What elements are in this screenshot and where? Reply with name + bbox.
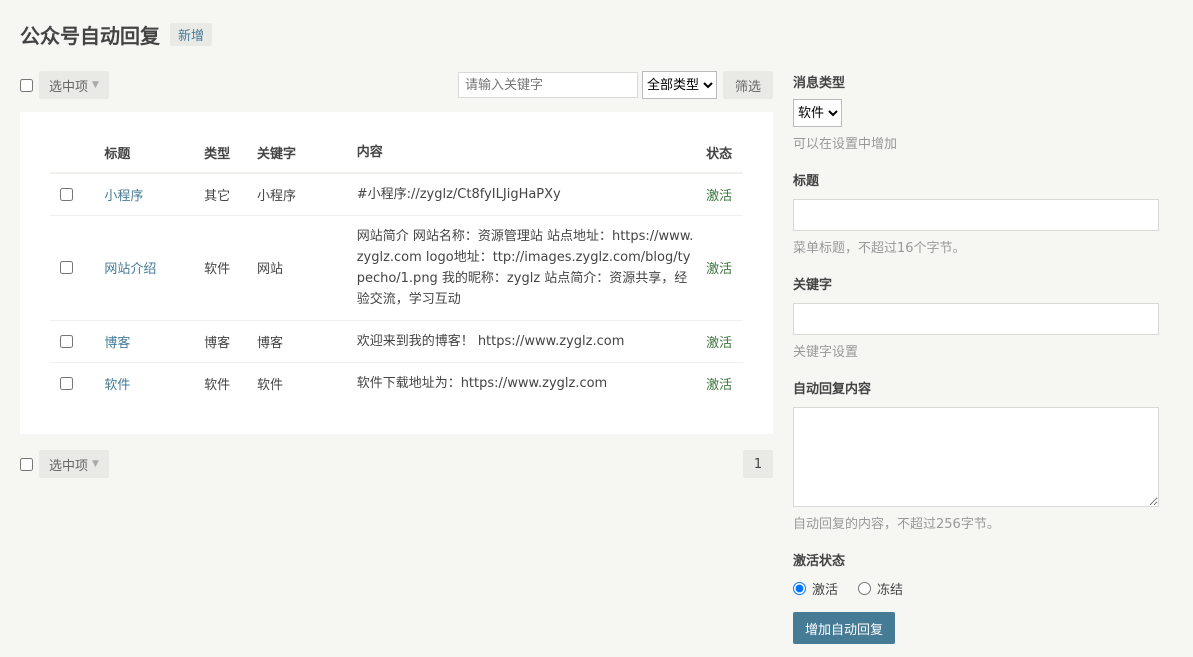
table-row: 小程序 其它 小程序 #小程序://zyglz/Ct8fyILJigHaPXy … [50, 173, 743, 216]
row-content: 软件下载地址为：https://www.zyglz.com [356, 375, 608, 391]
table-header-row: 标题 类型 关键字 内容 状态 [50, 132, 743, 174]
row-status: 激活 [706, 262, 733, 277]
select-all-checkbox-bottom[interactable] [20, 457, 33, 471]
msg-type-hint: 可以在设置中增加 [793, 137, 898, 152]
page-header: 公众号自动回复 新增 [20, 20, 213, 49]
row-type: 软件 [204, 377, 231, 393]
col-header-type: 类型 [204, 132, 258, 174]
row-status: 激活 [706, 377, 733, 393]
keyword-input[interactable] [793, 303, 1159, 335]
list-toolbar: 选中项 ▼ 全部类型 筛选 [20, 70, 773, 100]
status-active-radio[interactable] [793, 582, 806, 595]
content-textarea[interactable] [793, 407, 1159, 507]
row-title-link[interactable]: 博客 [104, 336, 130, 351]
col-header-title: 标题 [104, 132, 205, 174]
status-label: 激活状态 [793, 554, 846, 569]
list-footer: 选中项 ▼ 1 [20, 450, 773, 478]
status-frozen-radio[interactable] [858, 582, 872, 595]
filter-button[interactable]: 筛选 [722, 71, 773, 99]
row-status: 激活 [706, 335, 733, 351]
table-row: 软件 软件 软件 软件下载地址为：https://www.zyglz.com 激… [50, 362, 743, 404]
status-radio-group: 激活 冻结 [793, 579, 1159, 598]
row-checkbox[interactable] [60, 187, 73, 201]
keyword-search-input[interactable] [457, 72, 638, 98]
type-filter-select[interactable]: 全部类型 [641, 71, 717, 99]
row-title-link[interactable]: 软件 [104, 378, 130, 393]
row-content: 欢迎来到我的博客！ https://www.zyglz.com [356, 320, 707, 363]
table-row: 博客 博客 博客 欢迎来到我的博客！ https://www.zyglz.com… [50, 320, 743, 363]
msg-type-select[interactable]: 软件 [793, 99, 842, 127]
keyword-hint: 关键字设置 [793, 345, 859, 360]
keyword-label: 关键字 [793, 278, 833, 293]
col-header-keyword: 关键字 [257, 132, 357, 174]
row-content: 网站简介 网站名称：资源管理站 站点地址：https://www.zyglz.c… [356, 215, 707, 321]
row-type: 博客 [204, 320, 258, 363]
row-type: 软件 [204, 215, 258, 321]
reply-list-panel: 标题 类型 关键字 内容 状态 小程序 其它 小程序 #小程序://zyglz/… [20, 112, 773, 434]
row-status: 激活 [706, 188, 733, 204]
page-number-button[interactable]: 1 [743, 450, 773, 478]
table-row: 网站介绍 软件 网站 网站简介 网站名称：资源管理站 站点地址：https://… [50, 215, 743, 321]
row-keyword: 软件 [257, 377, 284, 393]
row-type: 其它 [204, 173, 258, 216]
select-all-checkbox[interactable] [20, 78, 33, 92]
bulk-action-dropdown-bottom[interactable]: 选中项 ▼ [39, 450, 109, 478]
col-header-status: 状态 [706, 132, 743, 174]
row-checkbox[interactable] [60, 376, 73, 390]
row-keyword: 小程序 [257, 173, 357, 216]
status-active-label: 激活 [812, 583, 839, 598]
header-checkbox-col [50, 132, 105, 174]
add-reply-form: 消息类型 软件 可以在设置中增加 标题 菜单标题，不超过16个字节。 关键字 关… [793, 72, 1159, 644]
title-hint: 菜单标题，不超过16个字节。 [793, 241, 966, 256]
row-keyword: 网站 [257, 215, 357, 321]
title-input[interactable] [793, 199, 1159, 231]
title-label: 标题 [793, 174, 820, 189]
bulk-action-label: 选中项 [49, 79, 89, 95]
add-reply-submit-button[interactable]: 增加自动回复 [793, 612, 896, 644]
content-label: 自动回复内容 [793, 382, 872, 397]
add-new-link[interactable]: 新增 [170, 23, 213, 46]
row-title-link[interactable]: 小程序 [104, 189, 143, 204]
caret-down-icon: ▼ [92, 80, 99, 90]
row-content: #小程序://zyglz/Ct8fyILJigHaPXy [356, 173, 707, 216]
bulk-action-dropdown[interactable]: 选中项 ▼ [39, 71, 109, 99]
content-hint: 自动回复的内容，不超过256字节。 [793, 517, 1000, 532]
row-checkbox[interactable] [60, 334, 73, 348]
bulk-action-label: 选中项 [49, 458, 89, 474]
row-keyword: 博客 [257, 320, 357, 363]
page-title: 公众号自动回复 [20, 24, 160, 48]
msg-type-label: 消息类型 [793, 76, 846, 91]
row-title-link[interactable]: 网站介绍 [104, 262, 156, 277]
caret-down-icon: ▼ [92, 459, 99, 469]
row-checkbox[interactable] [60, 261, 73, 274]
status-frozen-label: 冻结 [877, 583, 904, 598]
reply-table: 标题 类型 关键字 内容 状态 小程序 其它 小程序 #小程序://zyglz/… [50, 132, 743, 404]
col-header-content: 内容 [356, 132, 707, 174]
